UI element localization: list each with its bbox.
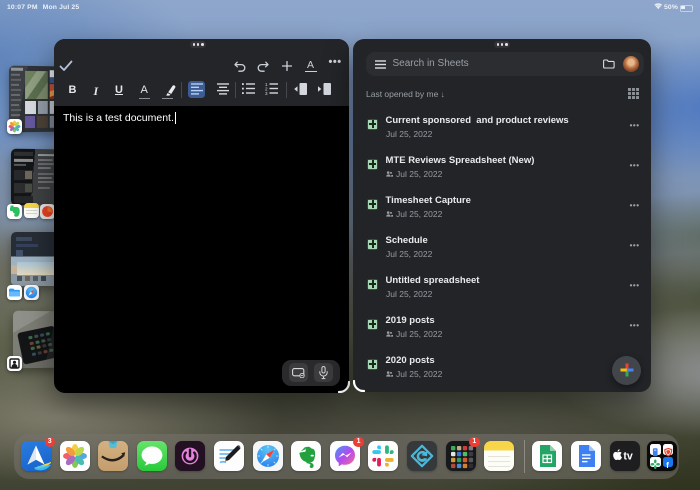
svg-text:tv: tv: [623, 450, 633, 462]
svg-text:3: 3: [265, 90, 268, 94]
svg-text:f: f: [666, 460, 669, 469]
